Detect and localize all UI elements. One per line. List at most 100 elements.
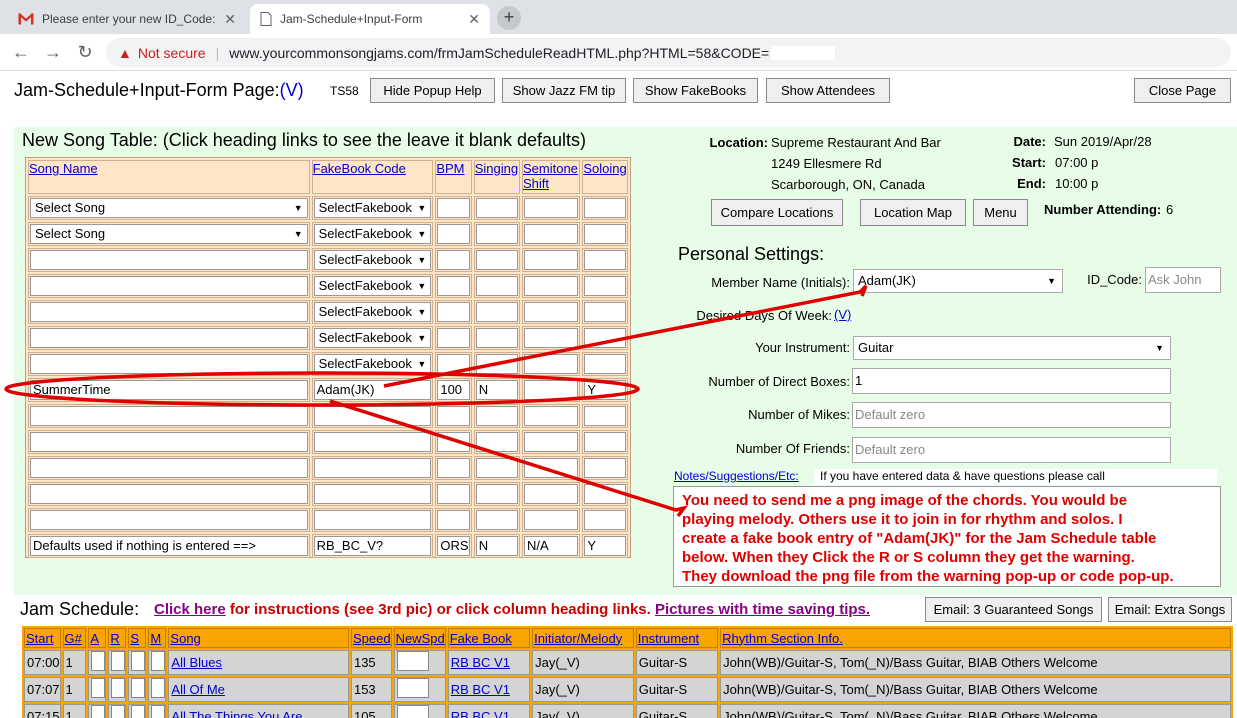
fakebook-select[interactable]: SelectFakebook ▼: [313, 198, 432, 218]
location-map-button[interactable]: Location Map: [860, 199, 966, 226]
fakebook-code-input[interactable]: [313, 484, 432, 504]
singing-header[interactable]: Singing: [475, 161, 518, 176]
show-jazz-fm-tip-button[interactable]: Show Jazz FM tip: [502, 78, 626, 103]
soloing-header[interactable]: Soloing: [583, 161, 626, 176]
new-tab-button[interactable]: +: [497, 6, 521, 30]
show-fakebooks-button[interactable]: Show FakeBooks: [633, 78, 758, 103]
soloing-input[interactable]: [584, 276, 626, 296]
r-checkbox[interactable]: [111, 678, 126, 698]
close-page-button[interactable]: Close Page: [1134, 78, 1231, 103]
fakebook-code-input[interactable]: [313, 510, 432, 530]
bpm-header[interactable]: BPM: [436, 161, 464, 176]
fakebook-code-input[interactable]: [313, 406, 432, 426]
singing-input[interactable]: [475, 224, 518, 244]
notes-textarea[interactable]: You need to send me a png image of the c…: [673, 486, 1221, 587]
fakebook-code-input[interactable]: Adam(JK): [313, 380, 432, 400]
speed-header[interactable]: Speed: [353, 631, 391, 646]
back-icon[interactable]: ←: [10, 42, 32, 63]
friends-input[interactable]: Default zero: [852, 437, 1171, 463]
newspd-input[interactable]: [396, 651, 429, 671]
semitone-input[interactable]: [523, 224, 579, 244]
song-select[interactable]: Select Song ▼: [30, 198, 308, 218]
bpm-input[interactable]: [437, 328, 470, 348]
singing-input[interactable]: [475, 250, 518, 270]
start-header[interactable]: Start: [26, 631, 53, 646]
song-header[interactable]: Song: [170, 631, 200, 646]
menu-button[interactable]: Menu: [973, 199, 1028, 226]
forward-icon[interactable]: →: [42, 42, 64, 63]
soloing-input[interactable]: [584, 354, 626, 374]
song-name-input[interactable]: [30, 484, 308, 504]
singing-input[interactable]: [475, 432, 518, 452]
song-name-input[interactable]: [30, 458, 308, 478]
click-here-link[interactable]: Click here: [154, 601, 226, 618]
bpm-input[interactable]: [437, 302, 470, 322]
semitone-input[interactable]: [523, 250, 579, 270]
close-tab-icon[interactable]: ✕: [224, 11, 236, 28]
r-checkbox[interactable]: [111, 705, 126, 718]
bpm-input[interactable]: [437, 354, 470, 374]
semitone-input[interactable]: [523, 406, 579, 426]
m-checkbox[interactable]: [151, 678, 166, 698]
a-header[interactable]: A: [90, 631, 99, 646]
song-name-input[interactable]: [30, 510, 308, 530]
bpm-input[interactable]: [437, 250, 470, 270]
song-link[interactable]: All Of Me: [171, 682, 224, 697]
hide-popup-help-button[interactable]: Hide Popup Help: [370, 78, 495, 103]
semitone-input[interactable]: [523, 302, 579, 322]
soloing-input[interactable]: Y: [584, 380, 626, 400]
singing-input[interactable]: [475, 276, 518, 296]
song-name-input[interactable]: [30, 250, 308, 270]
fakebook-link[interactable]: RB BC V1: [451, 709, 510, 718]
singing-input[interactable]: [475, 458, 518, 478]
bpm-input[interactable]: [437, 276, 470, 296]
semitone-input[interactable]: [523, 198, 579, 218]
s-checkbox[interactable]: [131, 705, 146, 718]
bpm-input[interactable]: [437, 198, 470, 218]
a-checkbox[interactable]: [91, 705, 106, 718]
fakebook-code-header[interactable]: FakeBook Code: [313, 161, 406, 176]
soloing-input[interactable]: [584, 250, 626, 270]
song-name-input[interactable]: [30, 354, 308, 374]
song-name-input[interactable]: [30, 406, 308, 426]
singing-input[interactable]: [475, 328, 518, 348]
reload-icon[interactable]: ↻: [74, 42, 96, 63]
fakebook-link[interactable]: RB BC V1: [451, 655, 510, 670]
song-link[interactable]: All The Things You Are: [171, 709, 302, 718]
fake-book-header[interactable]: Fake Book: [450, 631, 512, 646]
instrument-select[interactable]: Guitar ▼: [853, 336, 1171, 360]
semitone-input[interactable]: [523, 510, 579, 530]
compare-locations-button[interactable]: Compare Locations: [711, 199, 843, 226]
bpm-input[interactable]: [437, 224, 470, 244]
soloing-input[interactable]: [584, 406, 626, 426]
initiator-header[interactable]: Initiator/Melody: [534, 631, 622, 646]
email-guaranteed-songs-button[interactable]: Email: 3 Guaranteed Songs: [925, 597, 1102, 622]
close-tab-icon[interactable]: ✕: [468, 11, 480, 28]
instrument-header[interactable]: Instrument: [638, 631, 699, 646]
fakebook-select[interactable]: SelectFakebook ▼: [313, 302, 432, 322]
m-checkbox[interactable]: [151, 705, 166, 718]
s-checkbox[interactable]: [131, 678, 146, 698]
soloing-input[interactable]: [584, 458, 626, 478]
semitone-input[interactable]: [523, 276, 579, 296]
m-header[interactable]: M: [150, 631, 161, 646]
semitone-input[interactable]: [523, 432, 579, 452]
newspd-input[interactable]: [396, 705, 429, 718]
member-name-select[interactable]: Adam(JK) ▼: [853, 269, 1063, 293]
bpm-input[interactable]: [437, 458, 470, 478]
semitone-shift-header[interactable]: Semitone Shift: [523, 161, 578, 191]
semitone-input[interactable]: [523, 458, 579, 478]
tab-gmail[interactable]: Please enter your new ID_Code: J ✕: [8, 4, 246, 34]
singing-input[interactable]: [475, 302, 518, 322]
singing-input[interactable]: [475, 484, 518, 504]
show-attendees-button[interactable]: Show Attendees: [766, 78, 890, 103]
singing-input[interactable]: N: [475, 380, 518, 400]
omnibox[interactable]: ▲ Not secure | www.yourcommonsongjams.co…: [106, 38, 1231, 67]
tab-jam-schedule[interactable]: Jam-Schedule+Input-Form ✕: [250, 4, 490, 34]
soloing-input[interactable]: [584, 432, 626, 452]
fakebook-select[interactable]: SelectFakebook ▼: [313, 276, 432, 296]
fakebook-select[interactable]: SelectFakebook ▼: [313, 224, 432, 244]
bpm-input[interactable]: [437, 510, 470, 530]
soloing-input[interactable]: [584, 198, 626, 218]
s-checkbox[interactable]: [131, 651, 146, 671]
